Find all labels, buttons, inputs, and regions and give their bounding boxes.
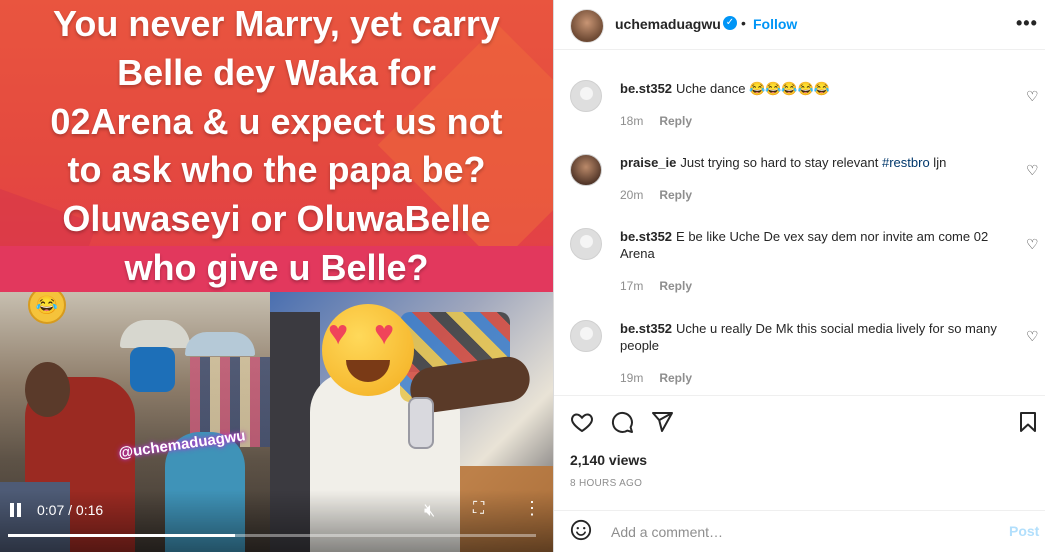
emoji-icon[interactable] xyxy=(570,519,592,541)
reply-button[interactable]: Reply xyxy=(659,188,692,202)
comment-text: be.st352 Uche u really De Mk this social … xyxy=(620,320,1008,354)
banner-line: to ask who the papa be? xyxy=(67,149,486,191)
post-media[interactable]: You never Marry, yet carry Belle dey Wak… xyxy=(0,0,553,552)
share-icon[interactable] xyxy=(650,410,674,439)
comment-avatar[interactable] xyxy=(570,228,602,260)
heart-eyes-emoji-icon: ♥ ♥ xyxy=(322,304,414,396)
comment-username[interactable]: praise_ie xyxy=(620,155,676,170)
comment-time: 18m xyxy=(620,114,644,128)
banner-line: Oluwaseyi or OluwaBelle xyxy=(62,198,491,240)
author-username[interactable]: uchemaduagwu xyxy=(615,16,721,32)
comment-text: be.st352 E be like Uche De vex say dem no… xyxy=(620,228,1008,262)
comment-time: 17m xyxy=(620,279,644,293)
comment-time: 19m xyxy=(620,371,644,385)
video-progress-bar[interactable] xyxy=(8,534,536,537)
heart-icon[interactable]: ♡ xyxy=(1026,88,1039,105)
reply-button[interactable]: Reply xyxy=(659,114,692,128)
video-progress-fill xyxy=(8,534,236,537)
post-header: uchemaduagwu ✓ • Follow ••• xyxy=(554,0,1045,50)
banner-line: You never Marry, yet carry xyxy=(53,3,500,44)
comment-body: E be like Uche De vex say dem nor invite… xyxy=(620,229,989,261)
comment-username[interactable]: be.st352 xyxy=(620,321,672,336)
banner-line: who give u Belle? xyxy=(124,246,429,288)
avatar[interactable] xyxy=(570,9,604,43)
comment-composer: Post xyxy=(554,510,1045,552)
mute-icon[interactable]: 🔇︎ xyxy=(424,500,435,521)
view-count[interactable]: 2,140 views xyxy=(570,452,647,468)
banner-text: You never Marry, yet carry Belle dey Wak… xyxy=(0,0,553,292)
heart-icon[interactable]: ♡ xyxy=(1026,236,1039,253)
reply-button[interactable]: Reply xyxy=(659,371,692,385)
comment-body: Uche dance 😂😂😂😂😂 xyxy=(676,81,830,96)
post-button[interactable]: Post xyxy=(1009,523,1039,539)
reply-button[interactable]: Reply xyxy=(659,279,692,293)
comment-avatar[interactable] xyxy=(570,320,602,352)
comment-icon[interactable] xyxy=(610,410,634,439)
comment-time: 20m xyxy=(620,188,644,202)
comment-meta: 18m Reply xyxy=(620,114,692,128)
laughing-emoji-icon: 😂 xyxy=(28,292,66,324)
hashtag-link[interactable]: #restbro xyxy=(882,155,930,170)
ellipsis-horizontal-icon[interactable]: ••• xyxy=(1016,13,1038,34)
comments-list[interactable]: be.st352 Uche dance 😂😂😂😂😂 18m Reply ♡ pra… xyxy=(554,50,1045,395)
fullscreen-icon[interactable]: ⛶ xyxy=(473,500,484,518)
bookmark-icon[interactable] xyxy=(1016,410,1040,439)
comment-body: Uche u really De Mk this social media li… xyxy=(620,321,997,353)
heart-icon[interactable]: ♡ xyxy=(1026,162,1039,179)
comment-meta: 20m Reply xyxy=(620,188,692,202)
banner-line: Belle dey Waka for xyxy=(117,51,436,93)
text-banner: You never Marry, yet carry Belle dey Wak… xyxy=(0,0,553,292)
comment-username[interactable]: be.st352 xyxy=(620,81,672,96)
pause-icon[interactable] xyxy=(10,503,22,517)
comment-avatar[interactable] xyxy=(570,154,602,186)
comment-avatar[interactable] xyxy=(570,80,602,112)
comment-text: praise_ie Just trying so hard to stay rel… xyxy=(620,154,1008,171)
verified-badge-icon: ✓ xyxy=(723,16,737,30)
post-timestamp[interactable]: 8 HOURS AGO xyxy=(570,478,642,489)
video-time: 0:07 / 0:16 xyxy=(37,502,104,518)
follow-button[interactable]: Follow xyxy=(753,16,797,32)
comment-input[interactable] xyxy=(609,520,993,544)
comment-text: be.st352 Uche dance 😂😂😂😂😂 xyxy=(620,80,1008,97)
banner-line: 02Arena & u expect us not xyxy=(50,100,503,142)
post-actions: 2,140 views 8 HOURS AGO xyxy=(554,395,1045,496)
separator-dot: • xyxy=(741,15,746,31)
comment-meta: 19m Reply xyxy=(620,371,692,385)
heart-icon[interactable]: ♡ xyxy=(1026,328,1039,345)
like-heart-icon[interactable] xyxy=(570,410,594,439)
post-panel: uchemaduagwu ✓ • Follow ••• be.st352 Uche… xyxy=(553,0,1045,552)
comment-body-tail: ljn xyxy=(929,155,947,170)
comment-username[interactable]: be.st352 xyxy=(620,229,672,244)
ellipsis-vertical-icon[interactable]: ⋮ xyxy=(523,498,541,519)
video-controls: 0:07 / 0:16 🔇︎ ⛶ ⋮ xyxy=(0,490,553,552)
comment-body: Just trying so hard to stay relevant xyxy=(680,155,882,170)
comment-meta: 17m Reply xyxy=(620,279,692,293)
